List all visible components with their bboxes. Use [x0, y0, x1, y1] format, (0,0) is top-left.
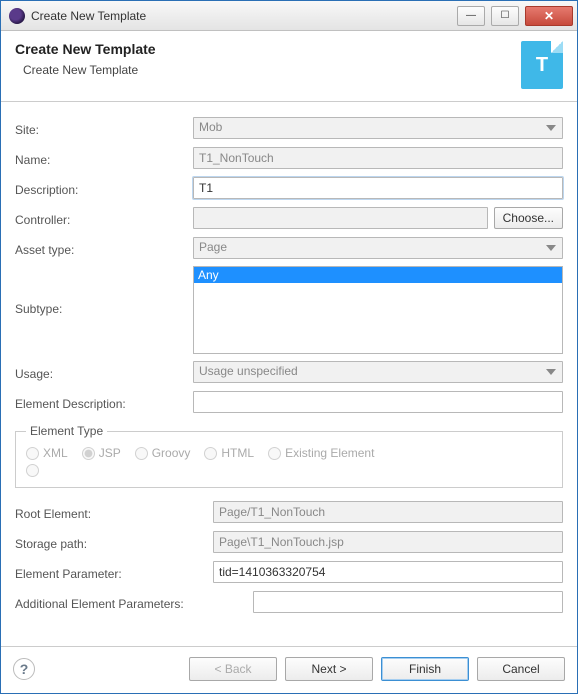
controller-label: Controller: [15, 210, 187, 227]
wizard-footer: ? < Back Next > Finish Cancel [1, 646, 577, 693]
description-input[interactable] [193, 177, 563, 199]
element-description-label: Element Description: [15, 394, 187, 411]
choose-button[interactable]: Choose... [494, 207, 563, 229]
radio-html[interactable]: HTML [204, 446, 254, 460]
element-parameter-label: Element Parameter: [15, 564, 207, 581]
description-label: Description: [15, 180, 187, 197]
site-dropdown[interactable]: Mob [193, 117, 563, 139]
subtype-label: Subtype: [15, 266, 187, 316]
element-description-input[interactable] [193, 391, 563, 413]
finish-button[interactable]: Finish [381, 657, 469, 681]
form-content: Site: Mob Name: Description: Controller:… [1, 102, 577, 646]
template-icon: T [521, 41, 563, 89]
wizard-header: Create New Template Create New Template … [1, 31, 577, 102]
cancel-button[interactable]: Cancel [477, 657, 565, 681]
minimize-button[interactable]: — [457, 6, 485, 26]
radio-xml[interactable]: XML [26, 446, 68, 460]
element-type-group: Element Type XML JSP Groovy HTML Existin… [15, 424, 563, 488]
controller-field [193, 207, 488, 229]
maximize-button[interactable]: ☐ [491, 6, 519, 26]
close-button[interactable]: ✕ [525, 6, 573, 26]
element-parameter-input[interactable] [213, 561, 563, 583]
radio-jsp[interactable]: JSP [82, 446, 121, 460]
back-button[interactable]: < Back [189, 657, 277, 681]
help-icon[interactable]: ? [13, 658, 35, 680]
additional-params-input[interactable] [253, 591, 563, 613]
name-field [193, 147, 563, 169]
radio-groovy[interactable]: Groovy [135, 446, 191, 460]
eclipse-icon [9, 8, 25, 24]
asset-type-label: Asset type: [15, 240, 187, 257]
titlebar: Create New Template — ☐ ✕ [1, 1, 577, 31]
header-subtitle: Create New Template [15, 63, 511, 77]
additional-params-label: Additional Element Parameters: [15, 594, 247, 611]
root-element-label: Root Element: [15, 504, 207, 521]
header-title: Create New Template [15, 41, 511, 57]
storage-path-label: Storage path: [15, 534, 207, 551]
asset-type-dropdown[interactable]: Page [193, 237, 563, 259]
root-element-field [213, 501, 563, 523]
radio-existing-element[interactable]: Existing Element [268, 446, 374, 460]
storage-path-field [213, 531, 563, 553]
site-label: Site: [15, 120, 187, 137]
window-title: Create New Template [31, 9, 451, 23]
usage-dropdown[interactable]: Usage unspecified [193, 361, 563, 383]
usage-label: Usage: [15, 364, 187, 381]
radio-empty[interactable] [26, 464, 39, 477]
subtype-item-any[interactable]: Any [194, 267, 562, 283]
name-label: Name: [15, 150, 187, 167]
subtype-listbox[interactable]: Any [193, 266, 563, 354]
element-type-legend: Element Type [26, 424, 107, 438]
next-button[interactable]: Next > [285, 657, 373, 681]
